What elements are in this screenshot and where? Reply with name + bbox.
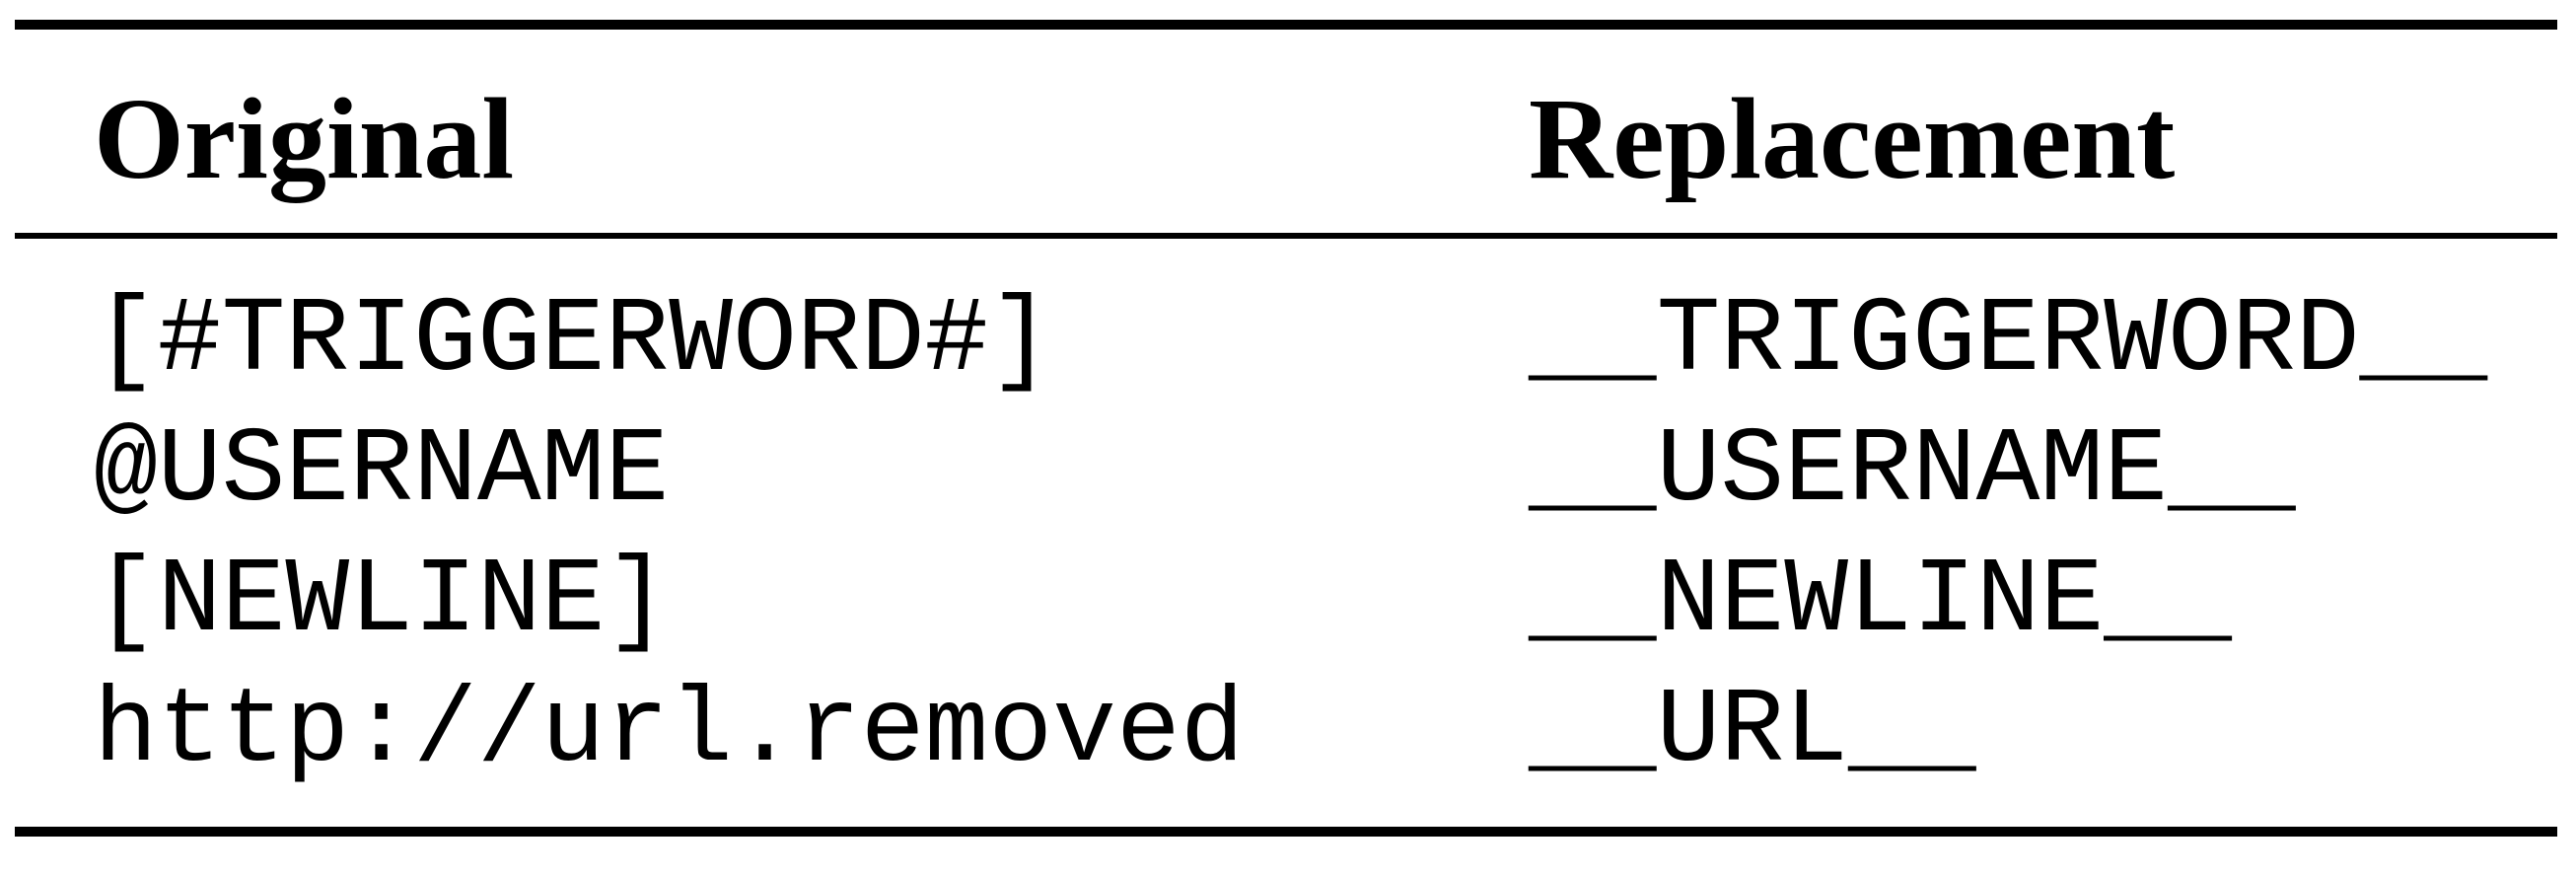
- table-row: @USERNAME __USERNAME__: [15, 418, 2557, 549]
- table-top-rule: [15, 20, 2557, 30]
- table-bottom-rule: [15, 827, 2557, 837]
- cell-original: http://url.removed: [94, 672, 1245, 792]
- cell-replacement: __URL__: [1529, 672, 1976, 792]
- cell-replacement: __USERNAME__: [1529, 411, 2296, 532]
- table-header-row: Original Replacement: [15, 30, 2557, 233]
- cell-original: [NEWLINE]: [94, 542, 670, 662]
- table-row: [NEWLINE] __NEWLINE__: [15, 549, 2557, 679]
- header-original: Original: [94, 74, 515, 203]
- replacement-table: Original Replacement [#TRIGGERWORD#] __T…: [15, 20, 2557, 837]
- cell-replacement: __TRIGGERWORD__: [1529, 281, 2488, 402]
- cell-original: [#TRIGGERWORD#]: [94, 281, 1053, 402]
- table-body: [#TRIGGERWORD#] __TRIGGERWORD__ @USERNAM…: [15, 239, 2557, 829]
- table-row: http://url.removed __URL__: [15, 679, 2557, 809]
- cell-replacement: __NEWLINE__: [1529, 542, 2232, 662]
- header-replacement: Replacement: [1529, 74, 2176, 203]
- table-row: [#TRIGGERWORD#] __TRIGGERWORD__: [15, 288, 2557, 418]
- cell-original: @USERNAME: [94, 411, 670, 532]
